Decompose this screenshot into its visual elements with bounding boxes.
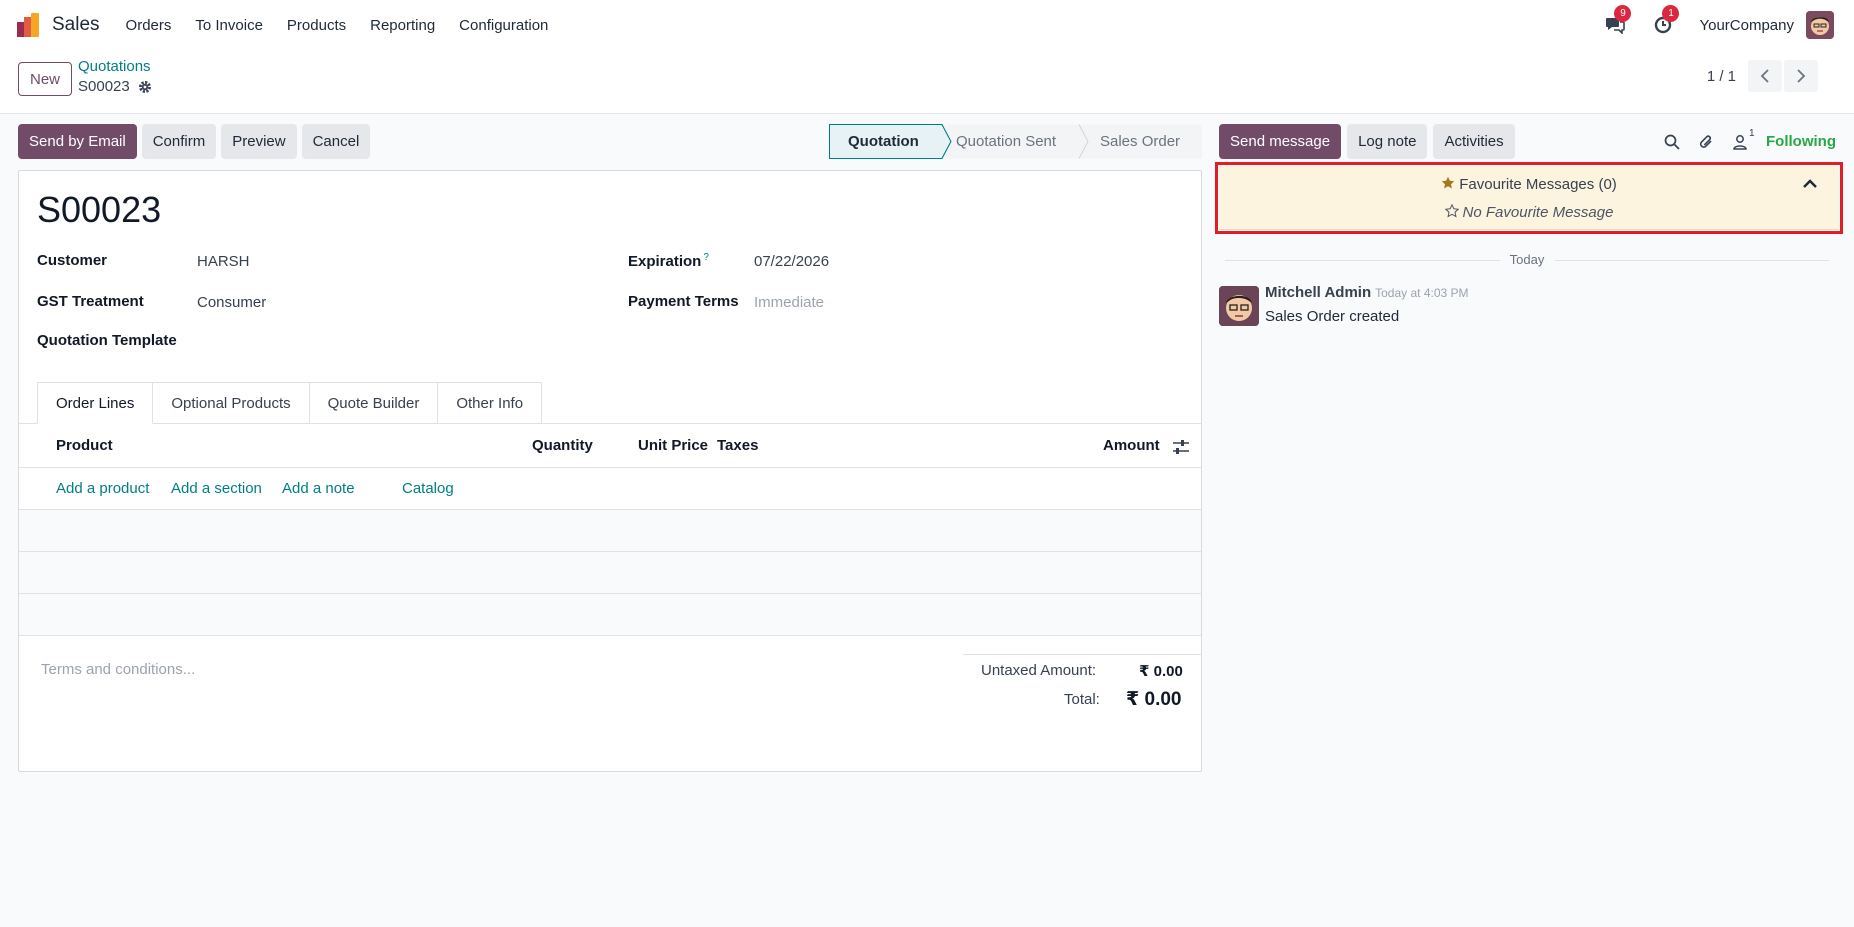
total-value: ₹ 0.00 [1126, 689, 1182, 710]
pager-value[interactable]: 1 / 1 [1707, 68, 1736, 85]
record-name: S00023 [37, 189, 162, 230]
messaging-button[interactable]: 9 [1603, 5, 1632, 37]
untaxed-amount-value: ₹ 0.00 [1139, 663, 1183, 680]
breadcrumb-current: S00023 [78, 78, 152, 95]
empty-row [19, 510, 1201, 552]
user-icon [1733, 134, 1747, 150]
form-sheet: S00023 Customer HARSH GST Treatment Cons… [18, 170, 1202, 772]
user-avatar[interactable] [1806, 11, 1834, 39]
stage-quotation[interactable]: Quotation [848, 133, 919, 150]
log-note-button[interactable]: Log note [1347, 124, 1428, 159]
menu-products[interactable]: Products [275, 17, 358, 34]
stage-sales-order[interactable]: Sales Order [1100, 133, 1180, 150]
paperclip-icon[interactable] [1698, 133, 1714, 151]
company-switcher[interactable]: YourCompany [1699, 17, 1794, 34]
activities-button[interactable]: 1 [1651, 5, 1680, 37]
send-by-email-button[interactable]: Send by Email [18, 124, 137, 159]
total-label: Total: [1064, 691, 1100, 708]
sales-app-icon [16, 12, 42, 38]
main-navbar: Sales Orders To Invoice Products Reporti… [0, 0, 1854, 50]
followers-count: 1 [1749, 127, 1755, 139]
new-button[interactable]: New [18, 62, 72, 96]
message-author[interactable]: Mitchell Admin [1265, 284, 1371, 301]
breadcrumb-current-label: S00023 [78, 78, 130, 95]
message-timestamp: Today at 4:03 PM [1375, 286, 1469, 300]
send-message-button[interactable]: Send message [1219, 124, 1342, 159]
tab-order-lines[interactable]: Order Lines [37, 382, 154, 424]
message-author-avatar[interactable] [1219, 286, 1259, 326]
activities-button[interactable]: Activities [1433, 124, 1515, 159]
totals-divider [963, 654, 1201, 655]
search-icon[interactable] [1664, 134, 1680, 150]
app-name: Sales [52, 14, 100, 35]
catalog-link[interactable]: Catalog [402, 480, 454, 497]
add-section-link[interactable]: Add a section [171, 480, 262, 497]
chatter-tools: 1 Following [1664, 124, 1836, 159]
form-action-bar: Send by Email Confirm Preview Cancel [18, 124, 371, 159]
stage-quotation-sent[interactable]: Quotation Sent [956, 133, 1056, 150]
tab-optional-products[interactable]: Optional Products [153, 382, 310, 424]
expiration-label-text: Expiration [628, 253, 702, 270]
optional-columns-icon[interactable] [1172, 439, 1190, 455]
systray: 9 1 YourCompany [1603, 0, 1854, 50]
column-unit-price[interactable]: Unit Price [638, 437, 708, 454]
empty-row [19, 594, 1201, 636]
chevron-left-icon [1760, 69, 1769, 83]
column-product[interactable]: Product [56, 437, 113, 454]
expiration-label: Expiration? [628, 252, 709, 270]
messages-badge: 9 [1614, 5, 1632, 22]
menu-configuration[interactable]: Configuration [447, 17, 560, 34]
message-header: Mitchell Admin Today at 4:03 PM [1265, 284, 1469, 301]
date-separator-label: Today [1509, 252, 1545, 267]
customer-label: Customer [37, 252, 108, 269]
payment-terms-label: Payment Terms [628, 293, 739, 310]
gear-icon[interactable] [138, 80, 152, 94]
pager-next-button[interactable] [1784, 60, 1818, 92]
followers-button[interactable]: 1 [1732, 128, 1755, 150]
notebook-tabs: Order Lines Optional Products Quote Buil… [37, 382, 543, 424]
control-panel: New Quotations S00023 1 / 1 [0, 50, 1854, 114]
menu-reporting[interactable]: Reporting [358, 17, 447, 34]
untaxed-amount-label: Untaxed Amount: [981, 662, 1097, 679]
gst-treatment-field[interactable]: Consumer [197, 294, 266, 311]
activities-badge: 1 [1662, 5, 1680, 22]
order-lines-header: Product Quantity Unit Price Taxes Amount [19, 424, 1201, 468]
customer-field[interactable]: HARSH [197, 253, 250, 270]
add-line-row: Add a product Add a section Add a note C… [19, 468, 1201, 510]
pager: 1 / 1 [1707, 60, 1818, 92]
tab-quote-builder[interactable]: Quote Builder [309, 382, 439, 424]
cancel-button[interactable]: Cancel [301, 124, 371, 159]
add-product-link[interactable]: Add a product [56, 480, 149, 497]
terms-and-conditions-field[interactable]: Terms and conditions... [41, 661, 195, 678]
confirm-button[interactable]: Confirm [141, 124, 217, 159]
tab-other-info[interactable]: Other Info [438, 382, 543, 424]
empty-row [19, 552, 1201, 594]
quotation-template-label: Quotation Template [37, 332, 177, 349]
menu-to-invoice[interactable]: To Invoice [183, 17, 275, 34]
date-separator: Today [1225, 252, 1829, 268]
breadcrumb-quotations[interactable]: Quotations [78, 58, 151, 75]
message-body: Sales Order created [1265, 308, 1400, 325]
following-button[interactable]: Following [1766, 133, 1836, 150]
payment-terms-field[interactable]: Immediate [754, 294, 824, 311]
preview-button[interactable]: Preview [221, 124, 297, 159]
column-taxes[interactable]: Taxes [717, 437, 758, 454]
add-note-link[interactable]: Add a note [282, 480, 355, 497]
pager-previous-button[interactable] [1748, 60, 1782, 92]
column-quantity[interactable]: Quantity [532, 437, 593, 454]
favourite-messages-highlight [1215, 162, 1843, 234]
chatter-topbar: Send message Log note Activities [1219, 124, 1515, 159]
menu-orders[interactable]: Orders [114, 17, 184, 34]
expiration-field[interactable]: 07/22/2026 [754, 253, 829, 270]
main-menu: Orders To Invoice Products Reporting Con… [114, 17, 561, 34]
gst-treatment-label: GST Treatment [37, 293, 144, 310]
chevron-right-icon [1797, 69, 1806, 83]
app-brand[interactable]: Sales [16, 12, 114, 38]
column-amount[interactable]: Amount [1103, 437, 1160, 454]
expiration-help-tooltip[interactable]: ? [703, 252, 709, 263]
